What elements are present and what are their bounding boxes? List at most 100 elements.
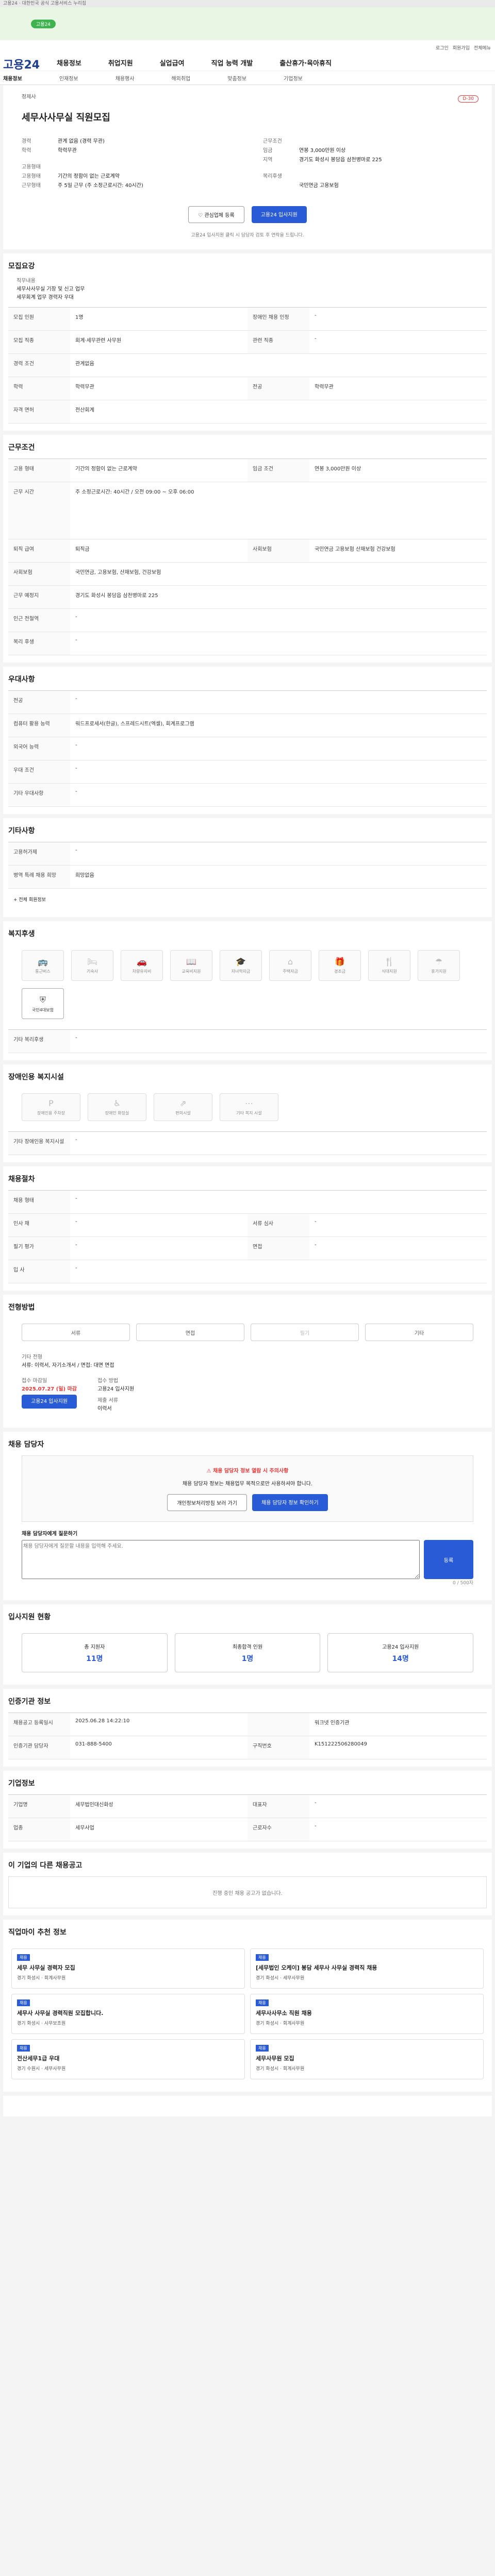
value: - — [75, 1137, 77, 1143]
stat-value: 11명 — [86, 1654, 103, 1663]
card-meta: 경기 화성시 · 회계사무원 — [256, 2021, 305, 2026]
recommend-card[interactable]: 채용 전산세무1급 우대 경기 수원시 · 세무사무원 — [11, 2039, 245, 2079]
gnb-item[interactable]: 출산휴가·육아휴직 — [279, 58, 332, 67]
label: 기타 우대사항 — [8, 784, 70, 806]
value: 관계 없음 (경력 무관) — [58, 139, 105, 144]
recommend-card[interactable]: 채용 세무사사무소 직원 채용 경기 화성시 · 회계사무원 — [250, 1994, 484, 2034]
sub-nav-item[interactable]: 해외취업 — [171, 74, 190, 82]
value: - — [315, 1823, 317, 1829]
label: 접수 방법 — [97, 1378, 119, 1384]
card-tag: 채용 — [17, 1999, 30, 2006]
gift-icon: 🎁 — [335, 957, 345, 967]
apply-section: 전형방법 서류 면접 필기 기타 기타 전형 서류: 이력서, 자기소개서 / … — [3, 1295, 492, 1432]
recommend-card[interactable]: 채용 [세무법인 오케이] 봉담 세무사 사무실 경력직 채용 경기 화성시 · 세… — [250, 1948, 484, 1989]
section-title: 기타사항 — [8, 827, 35, 835]
welfare-icons: 🚌 통근버스 🛏 기숙사 🚗 차량유지비 📖 교육비지원 🎓 자녀학자금 ⌂ 주택자금 🎁 경… — [8, 945, 487, 1024]
desc-line: 세무사사무실 기장 및 신고 업무 — [16, 286, 85, 292]
apply-button-2[interactable]: 고용24 입사지원 — [22, 1395, 77, 1409]
value: - — [75, 766, 77, 771]
method-written: 필기 — [251, 1324, 359, 1341]
label: 전공 — [248, 377, 309, 400]
card-title: 세무사무원 모집 — [256, 2055, 294, 2062]
label: 근무 시간 — [8, 482, 70, 539]
meal-icon: 🍴 — [384, 957, 394, 967]
book-icon: 📖 — [186, 957, 196, 967]
value: - — [75, 789, 77, 794]
all-menu-link[interactable]: 전체메뉴 — [474, 44, 491, 51]
bus-icon: 🚌 — [38, 957, 48, 967]
welfare-item: 🚗 차량유지비 — [121, 950, 163, 981]
label: 사회보험 — [248, 539, 309, 562]
section-title: 모집요강 — [8, 262, 35, 270]
facility-label: 장애인 화장실 — [105, 1111, 129, 1115]
card-title: 세무사사무소 직원 채용 — [256, 2010, 312, 2016]
value: 퇴직금 — [75, 547, 90, 552]
value: - — [75, 696, 77, 702]
value: 세무법인대신화성 — [75, 1802, 113, 1808]
apply-button[interactable]: 고용24 입사지원 — [251, 206, 307, 223]
show-contact-button[interactable]: 채용 담당자 정보 확인하기 — [252, 1494, 328, 1511]
more-jobs-section: 이 기업의 다른 채용공고 진행 중인 채용 공고가 없습니다. — [3, 1853, 492, 1920]
recommend-card[interactable]: 채용세무사 사무실 경력직원 모집합니다. 경기 화성시 · 사무보조원 — [11, 1994, 245, 2034]
value: - — [75, 848, 77, 853]
signup-link[interactable]: 회원가입 — [453, 44, 470, 51]
label: 기타 전형 — [22, 1354, 42, 1360]
value: 기간의 정함이 없는 근로계약 — [58, 174, 120, 179]
value: 031-888-5400 — [75, 1741, 112, 1747]
label: 면접 — [248, 1237, 309, 1260]
global-nav: 채용정보 취업지원 실업급여 직업 능력 개발 출산휴가·육아휴직 — [57, 58, 332, 67]
welfare-label: 경조금 — [334, 969, 346, 974]
scrap-label: 관심업체 등록 — [204, 213, 235, 218]
card-tag: 채용 — [17, 2045, 30, 2052]
card-tag: 채용 — [256, 2045, 269, 2052]
parking-icon: P — [48, 1098, 54, 1108]
job-desc: 직무내용 세무사사무실 기장 및 신고 업무 세무회계 업무 경력자 우대 — [16, 277, 487, 302]
privacy-button[interactable]: 개인정보처리방침 보러 가기 — [167, 1494, 247, 1511]
sub-nav-item[interactable]: 채용행사 — [116, 74, 135, 82]
gnb-item[interactable]: 직업 능력 개발 — [211, 58, 253, 67]
label: 채용공고 등록일시 — [8, 1713, 70, 1736]
sub-nav: 채용정보 인재정보 채용행사 해외취업 맞춤정보 기업정보 — [0, 71, 495, 84]
warning-text: 채용 담당자 정보 열람 시 주의사항 — [213, 1468, 289, 1474]
company-section: 기업정보 기업명 세무법인대신화성 대표자 - 업종 세무사업 근로자수 - — [3, 1771, 492, 1853]
inquiry-submit-button[interactable]: 등록 — [424, 1540, 473, 1579]
apply-note: 고용24 입사지원 클릭 시 담당자 검토 후 연락을 드립니다. — [191, 233, 304, 238]
sub-nav-item[interactable]: 채용정보 — [3, 74, 22, 82]
preferred-section: 우대사항 전공 - 컴퓨터 활용 능력 워드프로세서(한글), 스프레드시트(엑셀)… — [3, 667, 492, 818]
section-title: 직업마이 추천 정보 — [8, 1928, 67, 1937]
label: 근무 예정지 — [8, 586, 70, 608]
inquiry-textarea[interactable] — [22, 1540, 420, 1579]
site-logo[interactable]: 고용24 — [3, 56, 40, 72]
welfare-item: 🛏 기숙사 — [71, 950, 113, 981]
value: 학력무관 — [315, 384, 334, 390]
action-buttons: ♡ 관심업체 등록 고용24 입사지원 — [8, 206, 487, 223]
card-meta: 경기 화성시 · 세무사무원 — [256, 1976, 305, 1981]
recommend-card[interactable]: 채용 세무 사무실 경력자 모집 경기 화성시 · 회계사무원 — [11, 1948, 245, 1989]
label: 고용 형태 — [8, 459, 70, 482]
gnb-item[interactable]: 채용정보 — [57, 58, 81, 67]
sub-nav-item[interactable]: 맞춤정보 — [227, 74, 246, 82]
label: 모집 인원 — [8, 308, 70, 330]
value: 연봉 3,000만원 이상 — [315, 466, 361, 472]
more-link[interactable]: + 전체 회원정보 — [13, 896, 482, 903]
card-meta: 경기 화성시 · 사무보조원 — [17, 2021, 66, 2026]
gnb-item[interactable]: 취업지원 — [108, 58, 133, 67]
value: 고용24 입사지원 — [97, 1386, 135, 1392]
recommend-card[interactable]: 채용 세무사무원 모집 경기 화성시 · 회계사무원 — [250, 2039, 484, 2079]
section-label: 복리후생 — [263, 174, 282, 179]
login-link[interactable]: 로그인 — [436, 44, 449, 51]
company-name: 정제사 — [22, 94, 36, 100]
gnb-item[interactable]: 실업급여 — [160, 58, 185, 67]
value: 전산회계 — [75, 408, 94, 413]
card-title: 세무사 사무실 경력직원 모집합니다. — [17, 2010, 104, 2016]
sub-nav-item[interactable]: 인재정보 — [59, 74, 78, 82]
label: 근로자수 — [248, 1818, 309, 1841]
summary-right: 근무조건 임금 연봉 3,000만원 이상 지역 경기도 화성시 봉담읍 삼천병마로… — [263, 137, 473, 191]
info-table: 채용공고 등록일시 2025.06.28 14:22:10 워크넷 인증기관 인증기… — [8, 1713, 487, 1759]
recommend-section: 직업마이 추천 정보 채용 세무 사무실 경력자 모집 경기 화성시 · 회계사무원… — [3, 1920, 492, 2096]
value: - — [75, 1196, 77, 1201]
scrap-button[interactable]: ♡ 관심업체 등록 — [188, 206, 244, 223]
banner-pill[interactable]: 고용24 — [31, 19, 56, 28]
sub-nav-item[interactable]: 기업정보 — [284, 74, 303, 82]
facility-item: ⋯ 기타 복지 시설 — [220, 1093, 278, 1121]
